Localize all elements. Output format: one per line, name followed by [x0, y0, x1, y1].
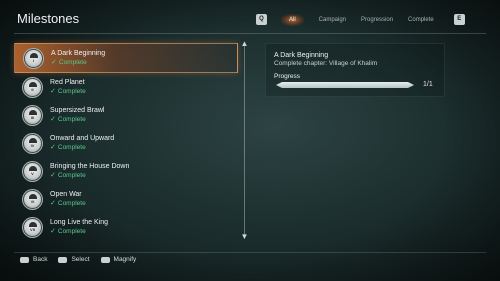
milestone-item[interactable]: I A Dark Beginning ✓ Complete	[14, 43, 238, 73]
checkmark-icon: ✓	[50, 144, 56, 151]
helmet-badge-icon: VI	[24, 190, 41, 208]
checkmark-icon: ✓	[50, 200, 56, 207]
prev-tab-key-icon[interactable]: Q	[256, 14, 267, 25]
milestone-name: Open War	[50, 191, 82, 198]
milestone-item[interactable]: VII Long Live the King ✓ Complete	[20, 213, 238, 241]
page-title: Milestones	[17, 11, 80, 26]
milestone-item[interactable]: IV Onward and Upward ✓ Complete	[20, 129, 238, 157]
helmet-badge-icon: I	[25, 49, 42, 67]
milestone-list: I A Dark Beginning ✓ Complete II Red Plan…	[14, 43, 238, 241]
milestone-name: Red Planet	[50, 79, 85, 86]
milestone-item[interactable]: V Bringing the House Down ✓ Complete	[20, 157, 238, 185]
list-scrollbar[interactable]	[244, 44, 245, 236]
milestone-name: Supersized Brawl	[50, 107, 105, 114]
milestone-status: Complete	[57, 88, 86, 95]
next-tab-key-icon[interactable]: E	[453, 14, 465, 25]
milestone-item[interactable]: VI Open War ✓ Complete	[20, 185, 238, 213]
milestone-status: Complete	[57, 172, 86, 179]
milestone-status: Complete	[57, 228, 86, 235]
detail-title: A Dark Beginning	[274, 52, 329, 59]
tab-all[interactable]: All	[281, 13, 304, 26]
milestone-name: Bringing the House Down	[50, 163, 130, 170]
progress-count: 1/1	[423, 81, 433, 88]
scroll-down-icon[interactable]: ▼	[240, 232, 249, 241]
tab-complete[interactable]: Complete	[408, 17, 434, 23]
tab-campaign[interactable]: Campaign	[319, 17, 346, 23]
milestone-item[interactable]: II Red Planet ✓ Complete	[20, 73, 238, 101]
helmet-badge-icon: VII	[24, 218, 41, 236]
detail-description: Complete chapter: Village of Khalim	[274, 60, 378, 67]
filter-tabs: Q All Campaign Progression Complete E	[256, 11, 466, 28]
milestone-name: A Dark Beginning	[51, 50, 106, 57]
checkmark-icon: ✓	[51, 59, 57, 66]
helmet-badge-icon: III	[24, 106, 41, 124]
helmet-badge-icon: II	[24, 78, 41, 96]
magnify-key-icon	[100, 256, 110, 263]
milestone-name: Long Live the King	[50, 219, 108, 226]
tab-progression[interactable]: Progression	[361, 17, 393, 23]
milestone-status: Complete	[57, 116, 86, 123]
checkmark-icon: ✓	[50, 88, 56, 95]
helmet-badge-icon: IV	[24, 134, 41, 152]
progress-bar	[276, 82, 414, 88]
milestone-name: Onward and Upward	[50, 135, 115, 142]
header-divider	[14, 33, 486, 34]
back-key-icon	[20, 256, 29, 263]
helmet-badge-icon: V	[24, 162, 41, 180]
milestone-status: Complete	[58, 59, 87, 66]
select-prompt[interactable]: Select	[58, 256, 90, 263]
magnify-prompt[interactable]: Magnify	[100, 256, 136, 263]
milestone-item[interactable]: III Supersized Brawl ✓ Complete	[20, 101, 238, 129]
milestone-status: Complete	[57, 144, 86, 151]
milestone-status: Complete	[57, 200, 86, 207]
checkmark-icon: ✓	[50, 228, 56, 235]
checkmark-icon: ✓	[50, 172, 56, 179]
progress-fill	[276, 82, 414, 88]
progress-label: Progress	[274, 73, 301, 80]
select-key-icon	[58, 256, 68, 263]
back-prompt[interactable]: Back	[20, 256, 47, 263]
checkmark-icon: ✓	[50, 116, 56, 123]
footer-divider	[14, 252, 486, 253]
button-prompts: Back Select Magnify	[20, 256, 147, 263]
